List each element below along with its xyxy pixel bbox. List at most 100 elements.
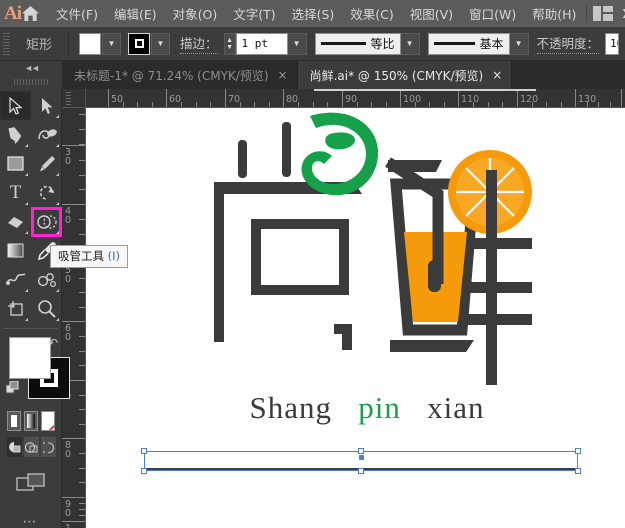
tool-panel-collapse-control[interactable]: ◄◄	[0, 61, 62, 89]
brush-definition-dropdown[interactable]: 基本	[427, 32, 510, 55]
curvature-tool[interactable]	[31, 120, 62, 149]
tool-panel-grip[interactable]	[14, 79, 48, 85]
paintbrush-tool[interactable]	[31, 149, 62, 178]
stroke-swatch[interactable]	[128, 32, 151, 55]
document-tab-shangxian[interactable]: 尚鲜.ai* @ 150% (CMYK/预览) ×	[297, 61, 513, 89]
home-icon[interactable]	[21, 5, 40, 22]
fill-chevron-down-icon[interactable]: ▼	[102, 32, 122, 55]
selection-handle-tc[interactable]	[358, 448, 364, 454]
stroke-control[interactable]: ▼	[128, 32, 171, 55]
brush-definition-preview	[433, 42, 475, 45]
artboard[interactable]: Shang pin xian	[86, 108, 625, 528]
tool-flyout-indicator[interactable]	[56, 144, 59, 147]
vertical-ruler[interactable]: 30405060708090100	[62, 108, 86, 528]
type-tool[interactable]: T	[0, 178, 31, 207]
shangxian-brand-logo[interactable]	[202, 112, 532, 402]
blend-tool[interactable]	[0, 265, 31, 294]
stroke-weight-label[interactable]: 描边：	[180, 33, 218, 54]
brush-definition-chevron-down-icon[interactable]: ▼	[509, 32, 529, 55]
selection-tool[interactable]	[0, 91, 31, 120]
stroke-profile-dropdown[interactable]: 等比	[314, 32, 401, 55]
draw-behind-mode[interactable]	[24, 437, 39, 457]
ruler-tick-minor	[79, 509, 85, 510]
draw-normal-mode[interactable]	[7, 437, 22, 457]
opacity-label[interactable]: 不透明度：	[536, 33, 600, 54]
stroke-weight-chevron-down-icon[interactable]: ▼	[287, 32, 307, 55]
rectangle-tool[interactable]	[0, 149, 31, 178]
color-mode-solid[interactable]	[7, 411, 21, 431]
double-arrow-left-icon[interactable]: ◄◄	[24, 61, 40, 73]
rotate-tool[interactable]	[31, 178, 62, 207]
stroke-weight-stepper[interactable]: ▲ ▼	[223, 32, 236, 55]
tool-flyout-indicator[interactable]	[25, 231, 28, 234]
ruler-tick-major	[283, 89, 284, 107]
default-fill-stroke-icon[interactable]	[5, 380, 20, 398]
stroke-profile-chevron-down-icon[interactable]: ▼	[400, 32, 420, 55]
color-mode-none[interactable]	[41, 411, 55, 431]
menu-item-window[interactable]: 窗口(W)	[461, 0, 524, 27]
pen-tool[interactable]	[0, 120, 31, 149]
selection-handle-bc[interactable]	[358, 468, 364, 474]
menu-item-edit[interactable]: 编辑(E)	[106, 0, 165, 27]
gradient-mesh-tool[interactable]	[0, 207, 31, 236]
chevron-down-icon[interactable]: ❯	[621, 8, 625, 19]
stroke-chevron-down-icon[interactable]: ▼	[151, 32, 171, 55]
menu-item-effect[interactable]: 效果(C)	[342, 0, 401, 27]
fill-color-swatch[interactable]	[9, 337, 51, 379]
center-anchor-point[interactable]	[359, 455, 364, 460]
close-icon[interactable]: ×	[492, 68, 502, 82]
selected-rectangle[interactable]	[141, 448, 581, 474]
workspace-layout-icon[interactable]	[593, 6, 614, 21]
document-tab-bar: ◄◄ 未标题-1* @ 71.24% (CMYK/预览) × 尚鲜.ai* @ …	[0, 61, 625, 89]
artboard-tool[interactable]	[0, 294, 31, 323]
tool-flyout-indicator[interactable]	[25, 173, 28, 176]
menu-item-object[interactable]: 对象(O)	[165, 0, 226, 27]
ruler-tick-major	[621, 89, 622, 107]
stroke-weight-input[interactable]: 1 pt	[235, 32, 288, 55]
draw-inside-mode[interactable]	[41, 437, 56, 457]
stroke-profile-value: 等比	[370, 37, 395, 51]
document-tab-untitled[interactable]: 未标题-1* @ 71.24% (CMYK/预览) ×	[62, 61, 298, 89]
tool-flyout-indicator[interactable]	[56, 173, 59, 176]
more-tools-icon[interactable]: ⋯	[0, 493, 61, 528]
opacity-input[interactable]: 10	[605, 32, 620, 55]
tool-flyout-indicator[interactable]	[56, 289, 59, 292]
menu-item-type[interactable]: 文字(T)	[225, 0, 283, 27]
direct-selection-tool[interactable]	[31, 91, 62, 120]
app-logo: Ai	[4, 2, 22, 24]
symbol-sprayer-tool[interactable]	[31, 265, 62, 294]
control-bar-grip[interactable]	[3, 32, 12, 55]
canvas-area[interactable]: Shang pin xian	[86, 108, 625, 528]
tool-flyout-indicator[interactable]	[25, 144, 28, 147]
ruler-tick-minor	[79, 424, 85, 425]
gradient-tool[interactable]	[0, 236, 31, 265]
tool-flyout-indicator[interactable]	[56, 202, 59, 205]
swap-fill-stroke-icon[interactable]: ↶	[48, 336, 58, 350]
change-screen-mode-icon[interactable]	[0, 457, 61, 493]
fill-swatch[interactable]	[79, 32, 102, 55]
menu-item-help[interactable]: 帮助(H)	[524, 0, 584, 27]
zoom-tool[interactable]	[31, 294, 62, 323]
color-mode-buttons	[0, 409, 61, 431]
selection-handle-bl[interactable]	[141, 468, 147, 474]
ruler-label: 100	[65, 524, 71, 528]
selection-handle-br[interactable]	[575, 468, 581, 474]
ruler-corner[interactable]	[62, 89, 86, 108]
selection-handle-tl[interactable]	[141, 448, 147, 454]
tool-flyout-indicator[interactable]	[56, 318, 59, 321]
shape-builder-tool[interactable]	[31, 207, 62, 236]
menu-item-file[interactable]: 文件(F)	[48, 0, 106, 27]
tool-flyout-indicator[interactable]	[25, 318, 28, 321]
color-mode-gradient[interactable]	[24, 411, 38, 431]
horizontal-ruler[interactable]: 5060708090100110120130140	[86, 89, 625, 108]
pinyin-text[interactable]: Shang pin xian	[202, 390, 532, 426]
close-icon[interactable]: ×	[278, 68, 288, 82]
tool-flyout-indicator[interactable]	[25, 202, 28, 205]
selection-handle-tr[interactable]	[575, 448, 581, 454]
menu-item-select[interactable]: 选择(S)	[284, 0, 343, 27]
tool-flyout-indicator[interactable]	[25, 289, 28, 292]
tool-flyout-indicator[interactable]	[56, 231, 59, 234]
menu-item-view[interactable]: 视图(V)	[402, 0, 461, 27]
tool-flyout-indicator[interactable]	[56, 115, 59, 118]
fill-control[interactable]: ▼	[79, 32, 122, 55]
